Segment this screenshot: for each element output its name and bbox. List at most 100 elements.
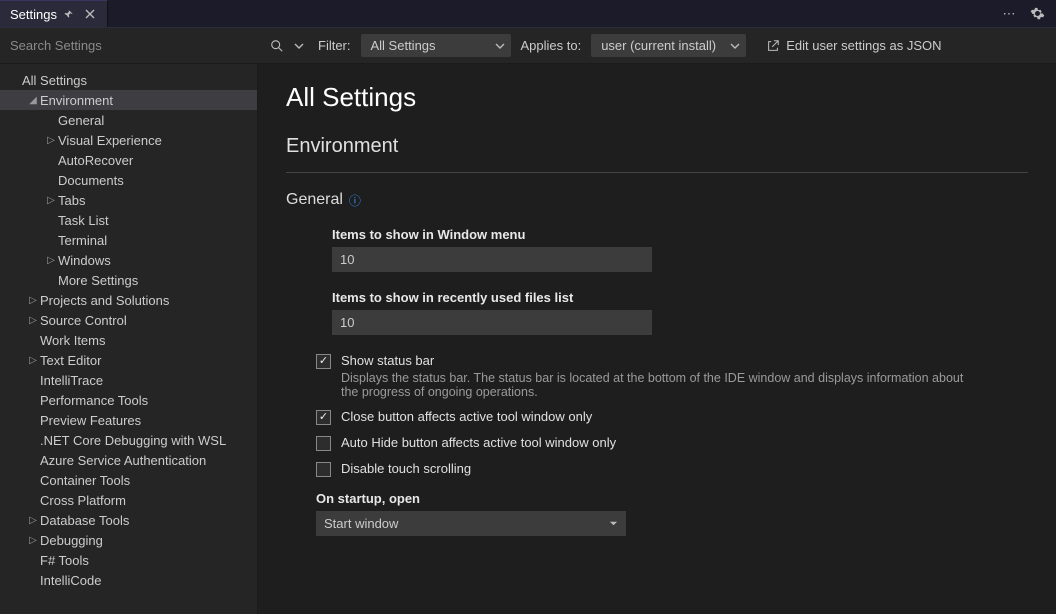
tree-item[interactable]: Task List <box>0 210 257 230</box>
filter-label: Filter: <box>318 38 351 53</box>
recent-files-input[interactable] <box>332 310 652 335</box>
window-menu-input[interactable] <box>332 247 652 272</box>
edit-json-link[interactable]: Edit user settings as JSON <box>766 38 941 53</box>
check-disable-touch: Disable touch scrolling <box>316 461 1028 477</box>
tree-item[interactable]: Cross Platform <box>0 490 257 510</box>
settings-content[interactable]: All Settings Environment General ⓘ Items… <box>258 64 1056 614</box>
tab-bar: Settings ⋯ <box>0 0 1056 28</box>
tree-item[interactable]: ◢Environment <box>0 90 257 110</box>
search-input[interactable] <box>8 32 308 59</box>
help-icon[interactable]: ⓘ <box>349 192 361 209</box>
expander-icon[interactable]: ▷ <box>26 315 40 326</box>
tree-item[interactable]: IntelliCode <box>0 570 257 590</box>
tree-item-label: Debugging <box>40 533 103 548</box>
expander-icon[interactable]: ▷ <box>26 295 40 306</box>
checkbox[interactable] <box>316 462 331 477</box>
tree-item[interactable]: ▷Visual Experience <box>0 130 257 150</box>
tab-title: Settings <box>10 7 57 22</box>
chevron-down-icon[interactable] <box>290 37 308 55</box>
close-icon[interactable] <box>83 7 97 21</box>
field-on-startup: On startup, open Start window <box>316 491 1028 536</box>
tree-item[interactable]: ▷Text Editor <box>0 350 257 370</box>
tree-item[interactable]: .NET Core Debugging with WSL <box>0 430 257 450</box>
tree-item-label: F# Tools <box>40 553 89 568</box>
field-window-menu: Items to show in Window menu <box>332 227 1028 272</box>
tree-item-label: Work Items <box>40 333 106 348</box>
expander-icon[interactable]: ▷ <box>26 355 40 366</box>
expander-icon[interactable]: ▷ <box>44 195 58 206</box>
open-external-icon <box>766 39 780 53</box>
tree-item[interactable]: Azure Service Authentication <box>0 450 257 470</box>
field-label: Items to show in recently used files lis… <box>332 290 1028 305</box>
tree-item[interactable]: ▷Windows <box>0 250 257 270</box>
separator <box>286 172 1028 173</box>
tab-settings[interactable]: Settings <box>0 0 108 27</box>
tree-item-label: More Settings <box>58 273 138 288</box>
settings-tree[interactable]: All Settings◢EnvironmentGeneral▷Visual E… <box>0 64 258 614</box>
chevron-down-icon <box>609 519 618 528</box>
tree-item-label: Environment <box>40 93 113 108</box>
applies-dropdown[interactable]: user (current install) <box>591 34 746 57</box>
checkbox[interactable] <box>316 436 331 451</box>
tree-item-label: AutoRecover <box>58 153 133 168</box>
tree-item-label: Text Editor <box>40 353 101 368</box>
select-value: Start window <box>324 516 398 531</box>
tree-item-label: Tabs <box>58 193 85 208</box>
check-label: Disable touch scrolling <box>341 461 471 476</box>
expander-icon[interactable]: ▷ <box>26 535 40 546</box>
checkbox[interactable] <box>316 354 331 369</box>
tree-item[interactable]: F# Tools <box>0 550 257 570</box>
applies-label: Applies to: <box>521 38 582 53</box>
chevron-down-icon <box>730 41 740 51</box>
tree-item[interactable]: Performance Tools <box>0 390 257 410</box>
tree-item[interactable]: ▷Source Control <box>0 310 257 330</box>
tree-item[interactable]: ▷Tabs <box>0 190 257 210</box>
tree-item-label: .NET Core Debugging with WSL <box>40 433 226 448</box>
gear-icon[interactable] <box>1028 5 1046 23</box>
tree-item[interactable]: Work Items <box>0 330 257 350</box>
tree-item[interactable]: All Settings <box>0 70 257 90</box>
tree-item[interactable]: ▷Projects and Solutions <box>0 290 257 310</box>
tree-item-label: Performance Tools <box>40 393 148 408</box>
check-label: Close button affects active tool window … <box>341 409 592 424</box>
tree-item-label: Task List <box>58 213 109 228</box>
tree-item[interactable]: ▷Database Tools <box>0 510 257 530</box>
check-description: Displays the status bar. The status bar … <box>341 371 981 399</box>
tree-item-label: Windows <box>58 253 111 268</box>
tree-item-label: IntelliCode <box>40 573 101 588</box>
tree-item-label: Visual Experience <box>58 133 162 148</box>
tabbar-actions: ⋯ <box>1000 0 1056 27</box>
checkbox[interactable] <box>316 410 331 425</box>
expander-icon[interactable]: ▷ <box>44 135 58 146</box>
tree-item[interactable]: More Settings <box>0 270 257 290</box>
json-link-label: Edit user settings as JSON <box>786 38 941 53</box>
pin-icon[interactable] <box>63 7 77 21</box>
tree-item[interactable]: IntelliTrace <box>0 370 257 390</box>
tree-item-label: Projects and Solutions <box>40 293 169 308</box>
section-title: Environment <box>286 135 1028 158</box>
expander-icon[interactable]: ▷ <box>26 515 40 526</box>
expander-icon[interactable]: ▷ <box>44 255 58 266</box>
tree-item[interactable]: Terminal <box>0 230 257 250</box>
on-startup-select[interactable]: Start window <box>316 511 626 536</box>
check-close-button: Close button affects active tool window … <box>316 409 1028 425</box>
tree-item[interactable]: ▷Debugging <box>0 530 257 550</box>
filter-dropdown[interactable]: All Settings <box>361 34 511 57</box>
tree-item[interactable]: Preview Features <box>0 410 257 430</box>
search-icon[interactable] <box>268 37 286 55</box>
tree-item-label: Preview Features <box>40 413 141 428</box>
tree-item[interactable]: General <box>0 110 257 130</box>
field-recent-files: Items to show in recently used files lis… <box>332 290 1028 335</box>
more-icon[interactable]: ⋯ <box>1000 5 1018 23</box>
tree-item-label: IntelliTrace <box>40 373 103 388</box>
tree-item[interactable]: AutoRecover <box>0 150 257 170</box>
tree-item[interactable]: Documents <box>0 170 257 190</box>
search-wrap <box>8 32 308 59</box>
check-auto-hide: Auto Hide button affects active tool win… <box>316 435 1028 451</box>
filter-value: All Settings <box>371 38 436 53</box>
tree-item-label: Cross Platform <box>40 493 126 508</box>
tree-item-label: Documents <box>58 173 124 188</box>
expander-icon[interactable]: ◢ <box>26 95 40 106</box>
tree-item[interactable]: Container Tools <box>0 470 257 490</box>
subsection-header: General ⓘ <box>286 191 1028 209</box>
